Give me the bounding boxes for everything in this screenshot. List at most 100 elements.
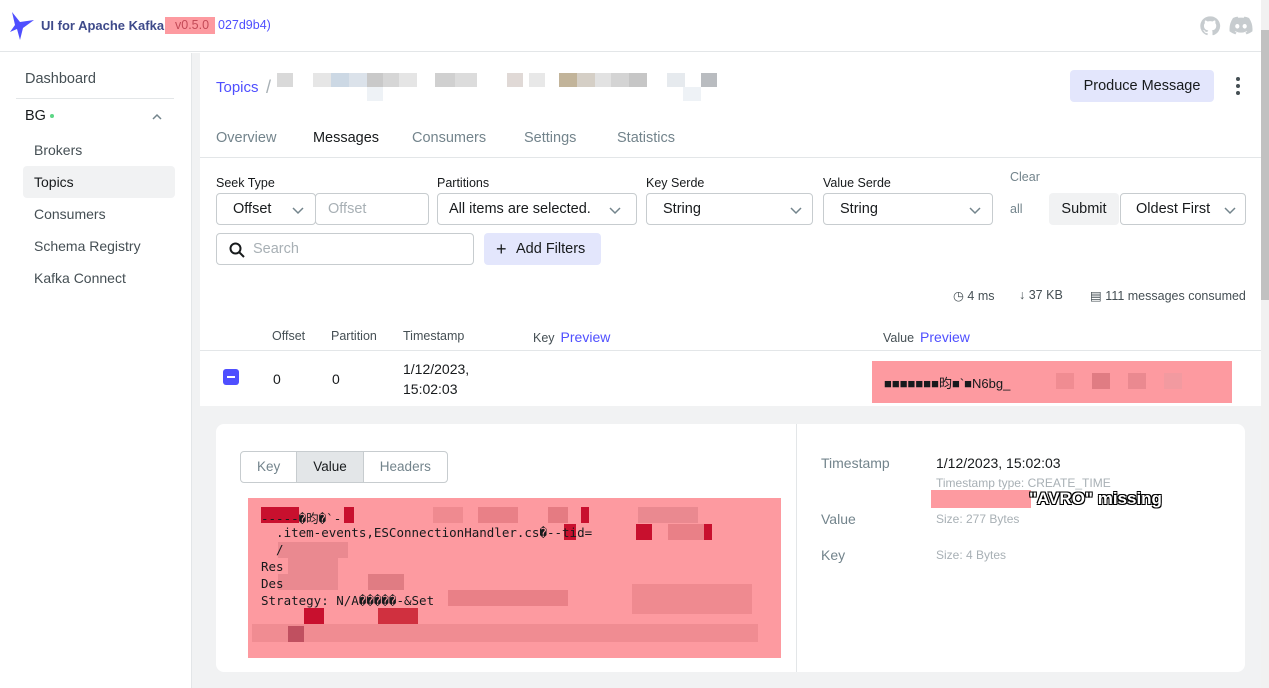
sidebar-gutter — [192, 53, 200, 688]
row-value-redacted[interactable]: ■■■■■■■昀■`■N6bg_ — [872, 361, 1232, 403]
main-content: Topics / Produce Message Overview Messag… — [200, 53, 1261, 688]
github-icon[interactable] — [1199, 15, 1221, 37]
row-timestamp-date: 1/12/2023, — [403, 361, 470, 377]
tab-consumers[interactable]: Consumers — [412, 130, 486, 158]
nav-dashboard[interactable]: Dashboard — [25, 71, 96, 87]
timestamp-label: Timestamp — [821, 455, 890, 471]
code-line-6: Strategy: N/A�����-&Set — [261, 593, 435, 608]
chevron-down-icon — [790, 207, 802, 215]
seek-type-label: Seek Type — [216, 176, 275, 190]
value-serde-select[interactable]: String — [823, 193, 993, 225]
stat-elapsed-value: 4 ms — [967, 289, 995, 303]
tab-statistics[interactable]: Statistics — [617, 130, 675, 158]
code-line-3: / — [261, 542, 284, 557]
submit-button[interactable]: Submit — [1049, 193, 1119, 225]
collapse-row-icon[interactable] — [223, 369, 239, 385]
tab-messages[interactable]: Messages — [296, 130, 396, 158]
clear-all-link-suffix[interactable]: all — [1010, 202, 1023, 216]
top-bar: UI for Apache Kafka v0.5.0 027d9b4) — [0, 0, 1269, 52]
chevron-down-icon — [1224, 207, 1236, 215]
partitions-label: Partitions — [437, 176, 490, 190]
row-partition: 0 — [332, 371, 340, 387]
scrollbar-thumb[interactable] — [1261, 30, 1269, 300]
tab-overview[interactable]: Overview — [216, 130, 276, 158]
cluster-name[interactable]: BG — [25, 108, 54, 124]
page-scrollbar[interactable] — [1261, 0, 1269, 688]
version-badge: v0.5.0 — [165, 17, 216, 34]
chevron-down-icon — [292, 207, 304, 215]
col-timestamp: Timestamp — [403, 329, 465, 343]
cluster-status-dot — [49, 114, 54, 119]
content-type-switch: Key Value Headers — [240, 451, 448, 483]
commit-link[interactable]: 027d9b4) — [218, 18, 271, 32]
key-label: Key — [821, 547, 846, 563]
value-size: Size: 277 Bytes — [936, 512, 1020, 526]
chevron-down-icon — [969, 207, 981, 215]
add-filters-button[interactable]: + Add Filters — [484, 233, 601, 265]
clear-all-link[interactable]: Clear — [1010, 170, 1040, 184]
code-line-2: .item-events,ESConnectionHandler.cs�--ti… — [261, 525, 593, 540]
produce-message-button[interactable]: Produce Message — [1070, 70, 1214, 102]
sidebar-item-brokers[interactable]: Brokers — [23, 134, 175, 166]
value-label: Value — [821, 511, 856, 527]
code-line-5: Des — [261, 576, 284, 591]
tab-headers[interactable]: Headers — [364, 452, 447, 482]
stat-bytes: ↓ 37 KB — [1019, 288, 1063, 302]
key-preview-link[interactable]: Preview — [561, 329, 611, 345]
stat-elapsed: ◷ 4 ms — [953, 288, 995, 303]
partitions-value: All items are selected. — [449, 201, 591, 217]
sidebar-item-schema-registry[interactable]: Schema Registry — [23, 230, 175, 262]
key-size: Size: 4 Bytes — [936, 548, 1007, 562]
add-filters-label: Add Filters — [516, 241, 586, 257]
sidebar-item-consumers[interactable]: Consumers — [23, 198, 175, 230]
sidebar: Dashboard BG Brokers Topics Consumers Sc… — [0, 53, 192, 688]
value-serde-label: Value Serde — [823, 176, 891, 190]
card-divider — [796, 424, 797, 672]
search-input[interactable]: Search — [216, 233, 474, 265]
tab-key[interactable]: Key — [241, 452, 298, 482]
seek-type-value: Offset — [233, 201, 272, 217]
message-details-card: Key Value Headers -----�昀�`- .item-event… — [216, 424, 1245, 672]
avro-missing-annotation: "AVRO" missing — [1029, 489, 1162, 508]
search-icon — [229, 242, 245, 258]
offset-placeholder: Offset — [328, 201, 367, 217]
nav-divider — [16, 98, 174, 99]
col-value-label: Value — [883, 331, 915, 345]
more-options-icon[interactable] — [1228, 75, 1248, 97]
file-icon: ▤ — [1090, 289, 1102, 303]
breadcrumb-topics[interactable]: Topics — [216, 79, 259, 96]
tab-value[interactable]: Value — [297, 452, 364, 482]
app-title[interactable]: UI for Apache Kafka — [41, 18, 164, 33]
cluster-label: BG — [25, 108, 46, 124]
kafka-logo-icon[interactable] — [10, 12, 34, 40]
col-key: Key Preview — [533, 329, 610, 345]
message-content-redacted[interactable]: -----�昀�`- .item-events,ESConnectionHand… — [248, 498, 781, 658]
clock-icon: ◷ — [953, 289, 964, 303]
order-select[interactable]: Oldest First — [1120, 193, 1246, 225]
header-divider — [200, 350, 1261, 351]
key-serde-select[interactable]: String — [646, 193, 813, 225]
discord-icon[interactable] — [1229, 16, 1253, 36]
value-serde-redacted — [931, 490, 1031, 508]
col-offset: Offset — [272, 329, 306, 343]
value-serde-value: String — [840, 201, 878, 217]
row-value: ■■■■■■■昀■`■N6bg_ — [884, 376, 1011, 391]
key-serde-value: String — [663, 201, 701, 217]
seek-type-select[interactable]: Offset — [216, 193, 316, 225]
sidebar-item-kafka-connect[interactable]: Kafka Connect — [23, 262, 175, 294]
partitions-select[interactable]: All items are selected. — [437, 193, 637, 225]
order-value: Oldest First — [1136, 201, 1211, 217]
timestamp-type: Timestamp type: CREATE_TIME — [936, 476, 1111, 490]
timestamp-value: 1/12/2023, 15:02:03 — [936, 455, 1061, 471]
tab-settings[interactable]: Settings — [524, 130, 576, 158]
search-placeholder: Search — [253, 241, 299, 257]
arrow-down-icon: ↓ — [1019, 288, 1026, 302]
row-timestamp-time: 15:02:03 — [403, 381, 458, 397]
value-preview-link[interactable]: Preview — [920, 329, 970, 345]
sidebar-item-topics[interactable]: Topics — [23, 166, 175, 198]
value-redaction-pixels — [1056, 373, 1182, 389]
offset-input[interactable]: Offset — [315, 193, 429, 225]
code-line-4: Res — [261, 559, 284, 574]
breadcrumb-separator: / — [266, 77, 272, 97]
chevron-up-icon[interactable] — [150, 110, 164, 124]
